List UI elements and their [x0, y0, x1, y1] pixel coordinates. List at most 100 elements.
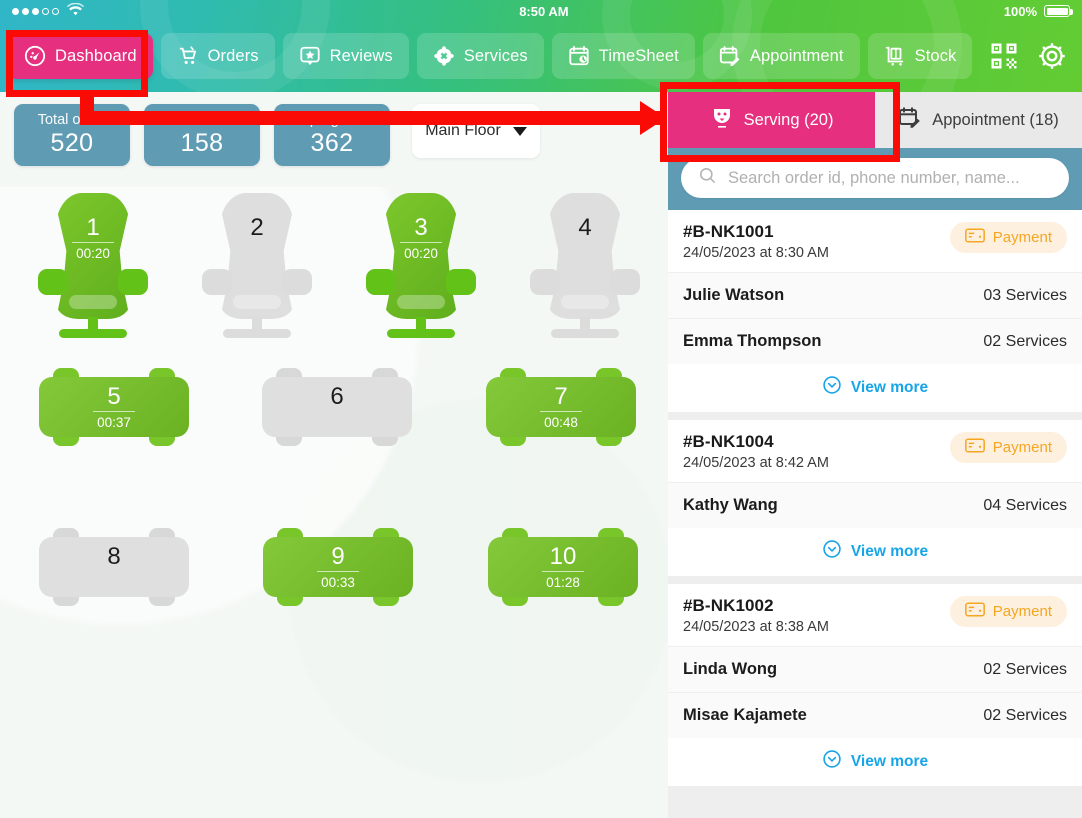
- app-root: 8:50 AM 100% Dashboard Orders Reviews Se…: [0, 0, 1082, 818]
- nav-item-timesheet[interactable]: TimeSheet: [551, 33, 695, 79]
- customer-services-count: 02 Services: [983, 660, 1067, 678]
- credit-card-icon: [964, 438, 985, 457]
- status-bar-right: 100%: [1004, 4, 1073, 19]
- nav-item-stock[interactable]: Stock: [867, 33, 973, 79]
- order-header-text: #B-NK1002 24/05/2023 at 8:38 AM: [683, 596, 829, 635]
- floor-selector-value: Main Floor: [425, 122, 501, 139]
- seat-cushion: [397, 295, 445, 309]
- battery-full-icon: [1044, 5, 1073, 17]
- order-customer-row[interactable]: Linda Wong 02 Services: [668, 646, 1082, 692]
- seat-1[interactable]: 1 00:20: [38, 193, 148, 343]
- header-action-icons: 6: [988, 32, 1082, 80]
- status-bar: 8:50 AM 100%: [0, 0, 1082, 22]
- order-customer-row[interactable]: Kathy Wang 04 Services: [668, 482, 1082, 528]
- seat-cushion: [69, 295, 117, 309]
- customer-services-count: 02 Services: [983, 706, 1067, 724]
- customer-services-count: 03 Services: [983, 286, 1067, 304]
- gear-icon[interactable]: [1036, 40, 1068, 72]
- seat-5[interactable]: 5 00:37: [39, 368, 189, 446]
- seat-6[interactable]: 6: [262, 368, 412, 446]
- search-icon: [698, 166, 717, 190]
- order-datetime: 24/05/2023 at 8:38 AM: [683, 619, 829, 635]
- calendar-edit-icon: [719, 45, 741, 67]
- seat-arm-left: [202, 269, 232, 295]
- orders-panel: Serving (20) Appointment (18) Search ord…: [668, 92, 1082, 818]
- order-header-text: #B-NK1004 24/05/2023 at 8:42 AM: [683, 432, 829, 471]
- flower-icon: [433, 45, 455, 67]
- seat-arm-right: [282, 269, 312, 295]
- chevron-down-circle-icon: [822, 749, 842, 774]
- nav-item-label: TimeSheet: [598, 46, 679, 65]
- nav-item-reviews[interactable]: Reviews: [282, 33, 409, 79]
- floor-pane: Total order 520 Finished 158 Inprogress …: [0, 92, 668, 818]
- order-customer-row[interactable]: Misae Kajamete 02 Services: [668, 692, 1082, 738]
- nav-item-label: Services: [463, 46, 528, 65]
- seat-base: [59, 329, 127, 338]
- search-input[interactable]: [728, 168, 1052, 188]
- seat-10[interactable]: 10 01:28: [488, 528, 638, 606]
- panel-tabs: Serving (20) Appointment (18): [668, 92, 1082, 148]
- calendar-edit-icon: [898, 106, 922, 135]
- seat-cushion: [561, 295, 609, 309]
- stat-card-finished[interactable]: Finished 158: [144, 104, 260, 166]
- stat-label: Total order: [37, 112, 107, 128]
- seat-timer: 00:48: [540, 411, 582, 430]
- payment-button[interactable]: Payment: [949, 222, 1067, 253]
- seat-8[interactable]: 8: [39, 528, 189, 606]
- seat-7[interactable]: 7 00:48: [486, 368, 636, 446]
- customer-name: Julie Watson: [683, 286, 785, 304]
- status-bar-left: [12, 2, 84, 19]
- seat-3[interactable]: 3 00:20: [366, 193, 476, 343]
- chevron-down-icon: [512, 126, 527, 136]
- seat-arm-left: [38, 269, 68, 295]
- order-card[interactable]: #B-NK1001 24/05/2023 at 8:30 AM Payment …: [668, 210, 1082, 412]
- nav-item-label: Orders: [207, 46, 259, 65]
- stat-value: 362: [310, 129, 354, 157]
- nav-item-label: Stock: [914, 46, 957, 65]
- nav-item-dashboard[interactable]: Dashboard: [8, 33, 153, 79]
- seat-number: 8: [107, 543, 121, 570]
- order-card[interactable]: #B-NK1002 24/05/2023 at 8:38 AM Payment …: [668, 584, 1082, 786]
- view-more-label: View more: [850, 378, 929, 396]
- order-list[interactable]: #B-NK1001 24/05/2023 at 8:30 AM Payment …: [668, 210, 1082, 818]
- calendar-clock-icon: [568, 45, 590, 67]
- payment-button[interactable]: Payment: [949, 432, 1067, 463]
- seat-9[interactable]: 9 00:33: [263, 528, 413, 606]
- stat-label: Inprogress: [297, 112, 367, 128]
- order-customer-row[interactable]: Emma Thompson 02 Services: [668, 318, 1082, 364]
- search-box[interactable]: [681, 158, 1069, 198]
- qr-code-icon[interactable]: [988, 40, 1020, 72]
- seat-arm-right: [118, 269, 148, 295]
- seat-2[interactable]: 2: [202, 193, 312, 343]
- status-bar-time: 8:50 AM: [519, 3, 569, 19]
- order-customer-row[interactable]: Julie Watson 03 Services: [668, 272, 1082, 318]
- view-more-button[interactable]: View more: [668, 738, 1082, 786]
- search-bar-container: [668, 148, 1082, 210]
- view-more-button[interactable]: View more: [668, 528, 1082, 576]
- nav-item-services[interactable]: Services: [416, 33, 544, 79]
- stat-card-inprogress[interactable]: Inprogress 362: [274, 104, 390, 166]
- wifi-icon: [67, 2, 84, 19]
- order-header: #B-NK1004 24/05/2023 at 8:42 AM Payment: [668, 420, 1082, 482]
- tab-label: Serving (20): [743, 110, 834, 129]
- order-id: #B-NK1002: [683, 596, 774, 615]
- payment-button[interactable]: Payment: [949, 596, 1067, 627]
- nav-item-appointment[interactable]: Appointment: [702, 33, 860, 79]
- customer-services-count: 04 Services: [983, 496, 1067, 514]
- floor-selector[interactable]: Main Floor: [412, 104, 540, 158]
- main-navigation: Dashboard Orders Reviews Services TimeSh: [8, 32, 1074, 80]
- view-more-button[interactable]: View more: [668, 364, 1082, 412]
- order-card[interactable]: #B-NK1004 24/05/2023 at 8:42 AM Payment …: [668, 420, 1082, 576]
- tab-appointment[interactable]: Appointment (18): [875, 92, 1082, 148]
- seat-timer: 01:28: [542, 571, 584, 590]
- chevron-down-circle-icon: [822, 539, 842, 564]
- customer-name: Kathy Wang: [683, 496, 778, 514]
- stat-value: 520: [50, 129, 94, 157]
- customer-name: Emma Thompson: [683, 332, 822, 350]
- order-datetime: 24/05/2023 at 8:42 AM: [683, 455, 829, 471]
- tab-serving[interactable]: Serving (20): [668, 92, 875, 148]
- seat-timer: 00:20: [400, 242, 442, 261]
- stat-card-total-order[interactable]: Total order 520: [14, 104, 130, 166]
- nav-item-orders[interactable]: Orders: [160, 33, 275, 79]
- seat-4[interactable]: 4: [530, 193, 640, 343]
